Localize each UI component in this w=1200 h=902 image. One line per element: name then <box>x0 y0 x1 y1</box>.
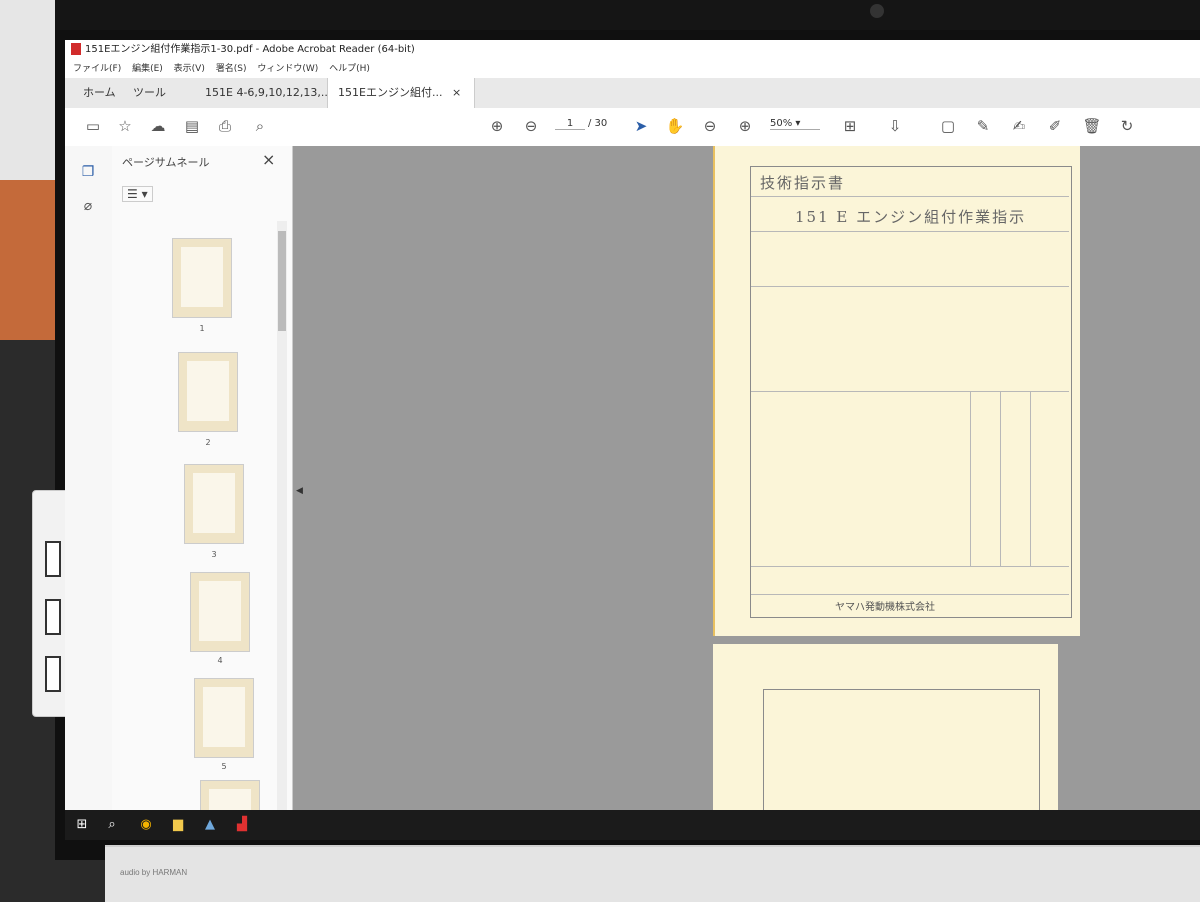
fit-page-icon[interactable]: ⊞ <box>840 116 860 136</box>
usb-port <box>45 541 61 577</box>
attachments-icon[interactable]: ⌀ <box>79 198 97 216</box>
toolbar: ▭ ☆ ☁ ▤ ⎙ ⌕ ⊕ ⊖ 1 / 30 ➤ ✋ ⊖ ⊕ 50% ▾ ⊞ ⇩… <box>65 108 1200 147</box>
sign-icon[interactable]: ✍ <box>1009 116 1029 136</box>
form-line <box>970 391 971 566</box>
form-line <box>751 196 1069 197</box>
print-icon[interactable]: ⎙ <box>215 116 235 136</box>
search-icon[interactable]: ⌕ <box>250 116 270 136</box>
zoom-in-icon[interactable]: ⊕ <box>735 116 755 136</box>
rotate-icon[interactable]: ↻ <box>1117 116 1137 136</box>
tab-tools[interactable]: ツール <box>123 78 176 108</box>
zoom-value: 50% <box>770 118 793 129</box>
left-rail: ❐ ⌀ <box>65 146 113 840</box>
star-icon[interactable]: ☆ <box>115 116 135 136</box>
page-thumbnail[interactable] <box>178 352 238 432</box>
chrome-icon[interactable]: ◉ <box>137 816 155 834</box>
menu-sign[interactable]: 署名(S) <box>216 60 247 78</box>
menu-bar: ファイル(F) 編集(E) 表示(V) 署名(S) ウィンドウ(W) ヘルプ(H… <box>65 60 1200 78</box>
file-explorer-icon[interactable]: ▆ <box>169 816 187 834</box>
form-line <box>1000 391 1001 566</box>
company-name: ヤマハ発動機株式会社 <box>835 602 935 613</box>
window-titlebar: 151Eエンジン組付作業指示1-30.pdf - Adobe Acrobat R… <box>65 40 1200 60</box>
form-line <box>751 286 1069 287</box>
thumbnail-number: 2 <box>205 438 211 447</box>
app-icon[interactable]: ▲ <box>201 816 219 834</box>
monitor-bottom-bezel <box>105 845 1200 902</box>
document-viewer[interactable]: ◀ 技術指示書 151 E エンジン組付作業指示 ヤマハ発動機株式会社 <box>293 146 1200 840</box>
thumbnail-number: 4 <box>217 656 223 665</box>
page-thumbnails-icon[interactable]: ❐ <box>79 164 97 182</box>
tab-document-1[interactable]: 151E 4-6,9,10,12,13,... <box>195 78 341 108</box>
page-up-icon[interactable]: ⊕ <box>487 116 507 136</box>
collapse-panel-icon[interactable]: ◀ <box>296 486 303 496</box>
thumbnail-number: 1 <box>199 324 205 333</box>
thumbnail-number: 3 <box>211 550 217 559</box>
tab-bar: ホーム ツール 151E 4-6,9,10,12,13,... 151Eエンジン… <box>65 78 1200 109</box>
page-thumbnail[interactable] <box>184 464 244 544</box>
monitor-brand: audio by HARMAN <box>120 868 188 877</box>
delete-icon[interactable]: 🗑 <box>1082 116 1102 136</box>
document-header: 技術指示書 <box>760 174 846 192</box>
page-thumbnail[interactable] <box>190 572 250 652</box>
thumbnail-number: 5 <box>221 762 227 771</box>
usb-port <box>45 656 61 692</box>
tab-document-2-label: 151Eエンジン組付... <box>338 86 443 99</box>
menu-window[interactable]: ウィンドウ(W) <box>257 60 318 78</box>
acrobat-icon <box>71 43 81 55</box>
form-line <box>1030 391 1031 566</box>
page-thumbnail[interactable] <box>194 678 254 758</box>
tab-home[interactable]: ホーム <box>73 78 126 108</box>
panel-scrollbar[interactable] <box>277 221 287 831</box>
menu-view[interactable]: 表示(V) <box>174 60 205 78</box>
current-page-input[interactable]: 1 <box>555 118 585 130</box>
scrollbar-thumb[interactable] <box>278 231 286 331</box>
tab-document-2[interactable]: 151Eエンジン組付... × <box>327 78 475 108</box>
document-title: 151 E エンジン組付作業指示 <box>795 208 1027 226</box>
menu-edit[interactable]: 編集(E) <box>132 60 163 78</box>
comment-icon[interactable]: ▢ <box>938 116 958 136</box>
zoom-out-icon[interactable]: ⊖ <box>700 116 720 136</box>
thumbnail-panel: ページサムネール × ☰ ▾ 1 2 3 4 5 <box>112 146 293 840</box>
form-line <box>751 594 1069 595</box>
search-icon[interactable]: ⌕ <box>103 816 121 834</box>
menu-help[interactable]: ヘルプ(H) <box>329 60 370 78</box>
windows-start-icon[interactable]: ⊞ <box>73 816 91 834</box>
edit-icon[interactable]: ✐ <box>1045 116 1065 136</box>
scroll-mode-icon[interactable]: ⇩ <box>885 116 905 136</box>
window-title: 151Eエンジン組付作業指示1-30.pdf - Adobe Acrobat R… <box>85 44 415 55</box>
usb-port <box>45 599 61 635</box>
tab-close-icon[interactable]: × <box>452 86 461 99</box>
hand-icon[interactable]: ✋ <box>665 116 685 136</box>
acrobat-taskbar-icon[interactable]: ▟ <box>233 816 251 834</box>
save-icon[interactable]: ▭ <box>83 116 103 136</box>
pen-icon[interactable]: ✎ <box>973 116 993 136</box>
document-form-frame <box>750 166 1072 618</box>
form-line <box>751 566 1069 567</box>
form-line <box>751 231 1069 232</box>
zoom-select[interactable]: 50% ▾ <box>770 118 820 130</box>
screen: 151Eエンジン組付作業指示1-30.pdf - Adobe Acrobat R… <box>65 40 1200 840</box>
webcam <box>870 4 884 18</box>
total-pages: / 30 <box>588 118 608 129</box>
panel-title: ページサムネール <box>122 156 210 169</box>
menu-file[interactable]: ファイル(F) <box>73 60 121 78</box>
cloud-upload-icon[interactable]: ☁ <box>148 116 168 136</box>
select-cursor-icon[interactable]: ➤ <box>631 116 651 136</box>
page-down-icon[interactable]: ⊖ <box>521 116 541 136</box>
document-page-1: 技術指示書 151 E エンジン組付作業指示 ヤマハ発動機株式会社 <box>713 146 1080 636</box>
windows-taskbar: ⊞ ⌕ ◉ ▆ ▲ ▟ <box>65 810 1200 840</box>
close-icon[interactable]: × <box>262 150 275 169</box>
page-thumbnail[interactable] <box>172 238 232 318</box>
form-line <box>751 391 1069 392</box>
thumbnail-options-button[interactable]: ☰ ▾ <box>122 186 153 202</box>
document-lock-icon[interactable]: ▤ <box>182 116 202 136</box>
